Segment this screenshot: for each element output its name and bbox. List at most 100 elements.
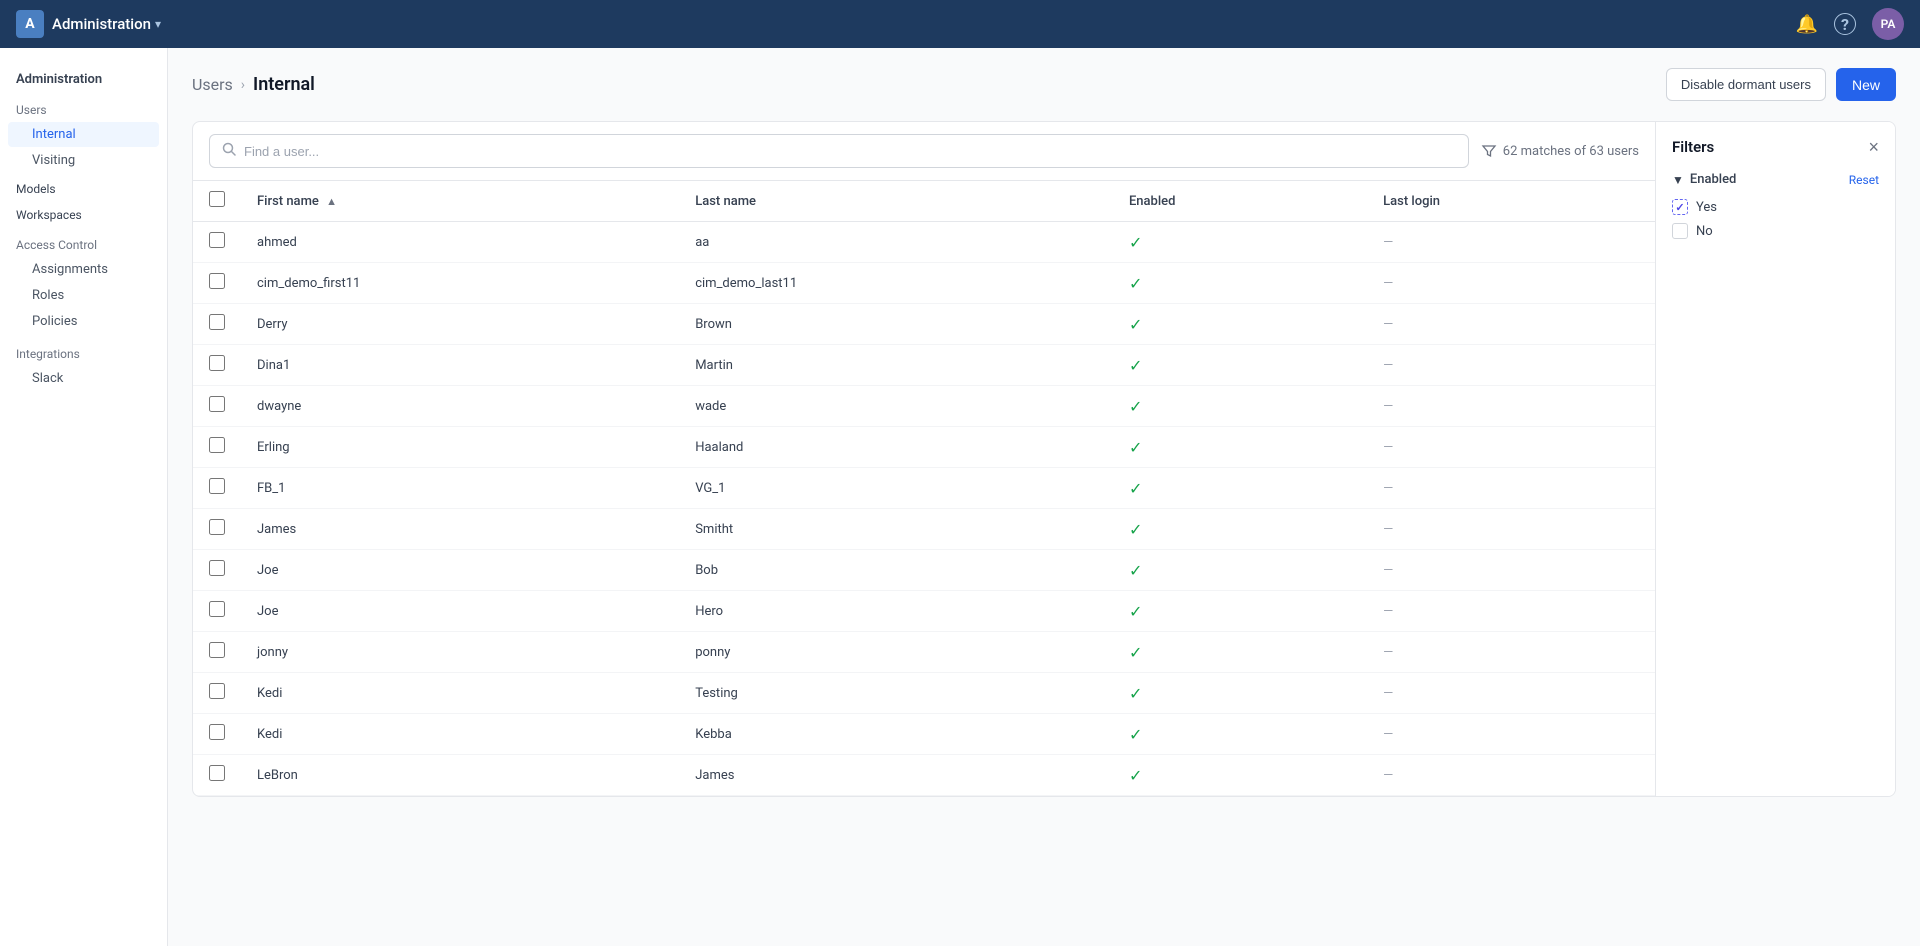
enabled-check-icon: ✓ — [1129, 684, 1142, 703]
row-checkbox-5[interactable] — [209, 437, 225, 453]
row-checkbox-0[interactable] — [209, 232, 225, 248]
row-first-name-0: ahmed — [241, 222, 679, 263]
enabled-check-icon: ✓ — [1129, 520, 1142, 539]
row-checkbox-6[interactable] — [209, 478, 225, 494]
sidebar-item-slack[interactable]: Slack — [8, 366, 159, 391]
new-button[interactable]: New — [1836, 68, 1896, 101]
filter-yes-checkbox[interactable]: ✓ — [1672, 199, 1688, 215]
table-row: Kedi Testing ✓ — — [193, 673, 1655, 714]
select-all-checkbox[interactable] — [209, 191, 225, 207]
table-wrap: First name ▲ Last name Enabled — [193, 181, 1655, 796]
filter-enabled-section: ▼ Enabled Reset ✓ Yes No — [1672, 172, 1879, 243]
row-last-name-8: Bob — [679, 550, 1113, 591]
row-first-name-3: Dina1 — [241, 345, 679, 386]
table-row: LeBron James ✓ — — [193, 755, 1655, 796]
col-first-name[interactable]: First name ▲ — [241, 181, 679, 222]
row-last-name-2: Brown — [679, 304, 1113, 345]
disable-dormant-button[interactable]: Disable dormant users — [1666, 68, 1826, 101]
filter-expand-icon[interactable]: ▼ — [1672, 173, 1684, 187]
top-nav-right: 🔔 ? PA — [1796, 8, 1904, 40]
row-last-login-2: — — [1367, 304, 1655, 345]
row-checkbox-1[interactable] — [209, 273, 225, 289]
filter-no-checkbox[interactable] — [1672, 223, 1688, 239]
row-checkbox-cell — [193, 509, 241, 550]
enabled-check-icon: ✓ — [1129, 766, 1142, 785]
filter-info: 62 matches of 63 users — [1481, 143, 1639, 159]
sidebar-item-visiting[interactable]: Visiting — [8, 148, 159, 173]
row-last-login-12: — — [1367, 714, 1655, 755]
table-area: 62 matches of 63 users First name — [193, 122, 1655, 796]
table-body: ahmed aa ✓ — cim_demo_first11 cim_demo_l… — [193, 222, 1655, 796]
search-input[interactable] — [244, 144, 1456, 159]
row-checkbox-3[interactable] — [209, 355, 225, 371]
row-checkbox-7[interactable] — [209, 519, 225, 535]
search-icon — [222, 142, 236, 160]
row-checkbox-8[interactable] — [209, 560, 225, 576]
help-icon[interactable]: ? — [1834, 13, 1856, 35]
col-first-name-label: First name — [257, 194, 319, 209]
table-row: cim_demo_first11 cim_demo_last11 ✓ — — [193, 263, 1655, 304]
breadcrumb-users-link[interactable]: Users — [192, 75, 233, 94]
app-title-chevron-icon: ▾ — [155, 17, 161, 31]
row-last-login-3: — — [1367, 345, 1655, 386]
row-last-login-6: — — [1367, 468, 1655, 509]
row-checkbox-cell — [193, 632, 241, 673]
sidebar-item-internal[interactable]: Internal — [8, 122, 159, 147]
row-checkbox-cell — [193, 304, 241, 345]
row-enabled-3: ✓ — [1113, 345, 1367, 386]
filter-reset-button[interactable]: Reset — [1849, 173, 1879, 187]
row-checkbox-2[interactable] — [209, 314, 225, 330]
layout: Administration Users Internal Visiting M… — [0, 0, 1920, 946]
sidebar-item-roles[interactable]: Roles — [8, 283, 159, 308]
row-checkbox-cell — [193, 427, 241, 468]
breadcrumb-current: Internal — [253, 74, 315, 95]
row-first-name-12: Kedi — [241, 714, 679, 755]
avatar[interactable]: PA — [1872, 8, 1904, 40]
bell-icon[interactable]: 🔔 — [1796, 14, 1818, 35]
sidebar-item-policies[interactable]: Policies — [8, 309, 159, 334]
sidebar-item-assignments[interactable]: Assignments — [8, 257, 159, 282]
row-checkbox-4[interactable] — [209, 396, 225, 412]
row-checkbox-10[interactable] — [209, 642, 225, 658]
col-last-name-label: Last name — [695, 194, 756, 209]
app-title-button[interactable]: Administration ▾ — [52, 15, 161, 33]
sidebar-workspaces-section[interactable]: Workspaces — [0, 200, 167, 226]
enabled-check-icon: ✓ — [1129, 438, 1142, 457]
row-checkbox-cell — [193, 263, 241, 304]
table-row: dwayne wade ✓ — — [193, 386, 1655, 427]
row-enabled-9: ✓ — [1113, 591, 1367, 632]
row-checkbox-11[interactable] — [209, 683, 225, 699]
row-enabled-12: ✓ — [1113, 714, 1367, 755]
col-last-login-label: Last login — [1383, 194, 1440, 209]
filter-option-yes[interactable]: ✓ Yes — [1672, 195, 1879, 219]
row-enabled-7: ✓ — [1113, 509, 1367, 550]
filter-section-header: ▼ Enabled Reset — [1672, 172, 1879, 187]
filters-panel: Filters × ▼ Enabled Reset ✓ Yes — [1655, 122, 1895, 796]
sidebar-access-control-section: Access Control — [0, 226, 167, 256]
row-first-name-6: FB_1 — [241, 468, 679, 509]
filters-title: Filters — [1672, 138, 1714, 156]
row-checkbox-cell — [193, 755, 241, 796]
sidebar-models-section[interactable]: Models — [0, 174, 167, 200]
table-row: Derry Brown ✓ — — [193, 304, 1655, 345]
main-content: Users › Internal Disable dormant users N… — [168, 48, 1920, 946]
row-first-name-7: James — [241, 509, 679, 550]
top-nav-left: A Administration ▾ — [16, 10, 161, 38]
row-checkbox-9[interactable] — [209, 601, 225, 617]
row-last-name-10: ponny — [679, 632, 1113, 673]
row-checkbox-13[interactable] — [209, 765, 225, 781]
filter-match-text: 62 matches of 63 users — [1503, 144, 1639, 159]
filter-section-title: Enabled — [1690, 172, 1737, 187]
row-checkbox-12[interactable] — [209, 724, 225, 740]
row-last-login-4: — — [1367, 386, 1655, 427]
table-row: Kedi Kebba ✓ — — [193, 714, 1655, 755]
row-last-name-12: Kebba — [679, 714, 1113, 755]
filter-option-no[interactable]: No — [1672, 219, 1879, 243]
row-last-name-5: Haaland — [679, 427, 1113, 468]
enabled-check-icon: ✓ — [1129, 315, 1142, 334]
enabled-check-icon: ✓ — [1129, 602, 1142, 621]
content-area: 62 matches of 63 users First name — [192, 121, 1896, 797]
enabled-check-icon: ✓ — [1129, 356, 1142, 375]
filters-close-button[interactable]: × — [1868, 138, 1879, 156]
row-first-name-2: Derry — [241, 304, 679, 345]
